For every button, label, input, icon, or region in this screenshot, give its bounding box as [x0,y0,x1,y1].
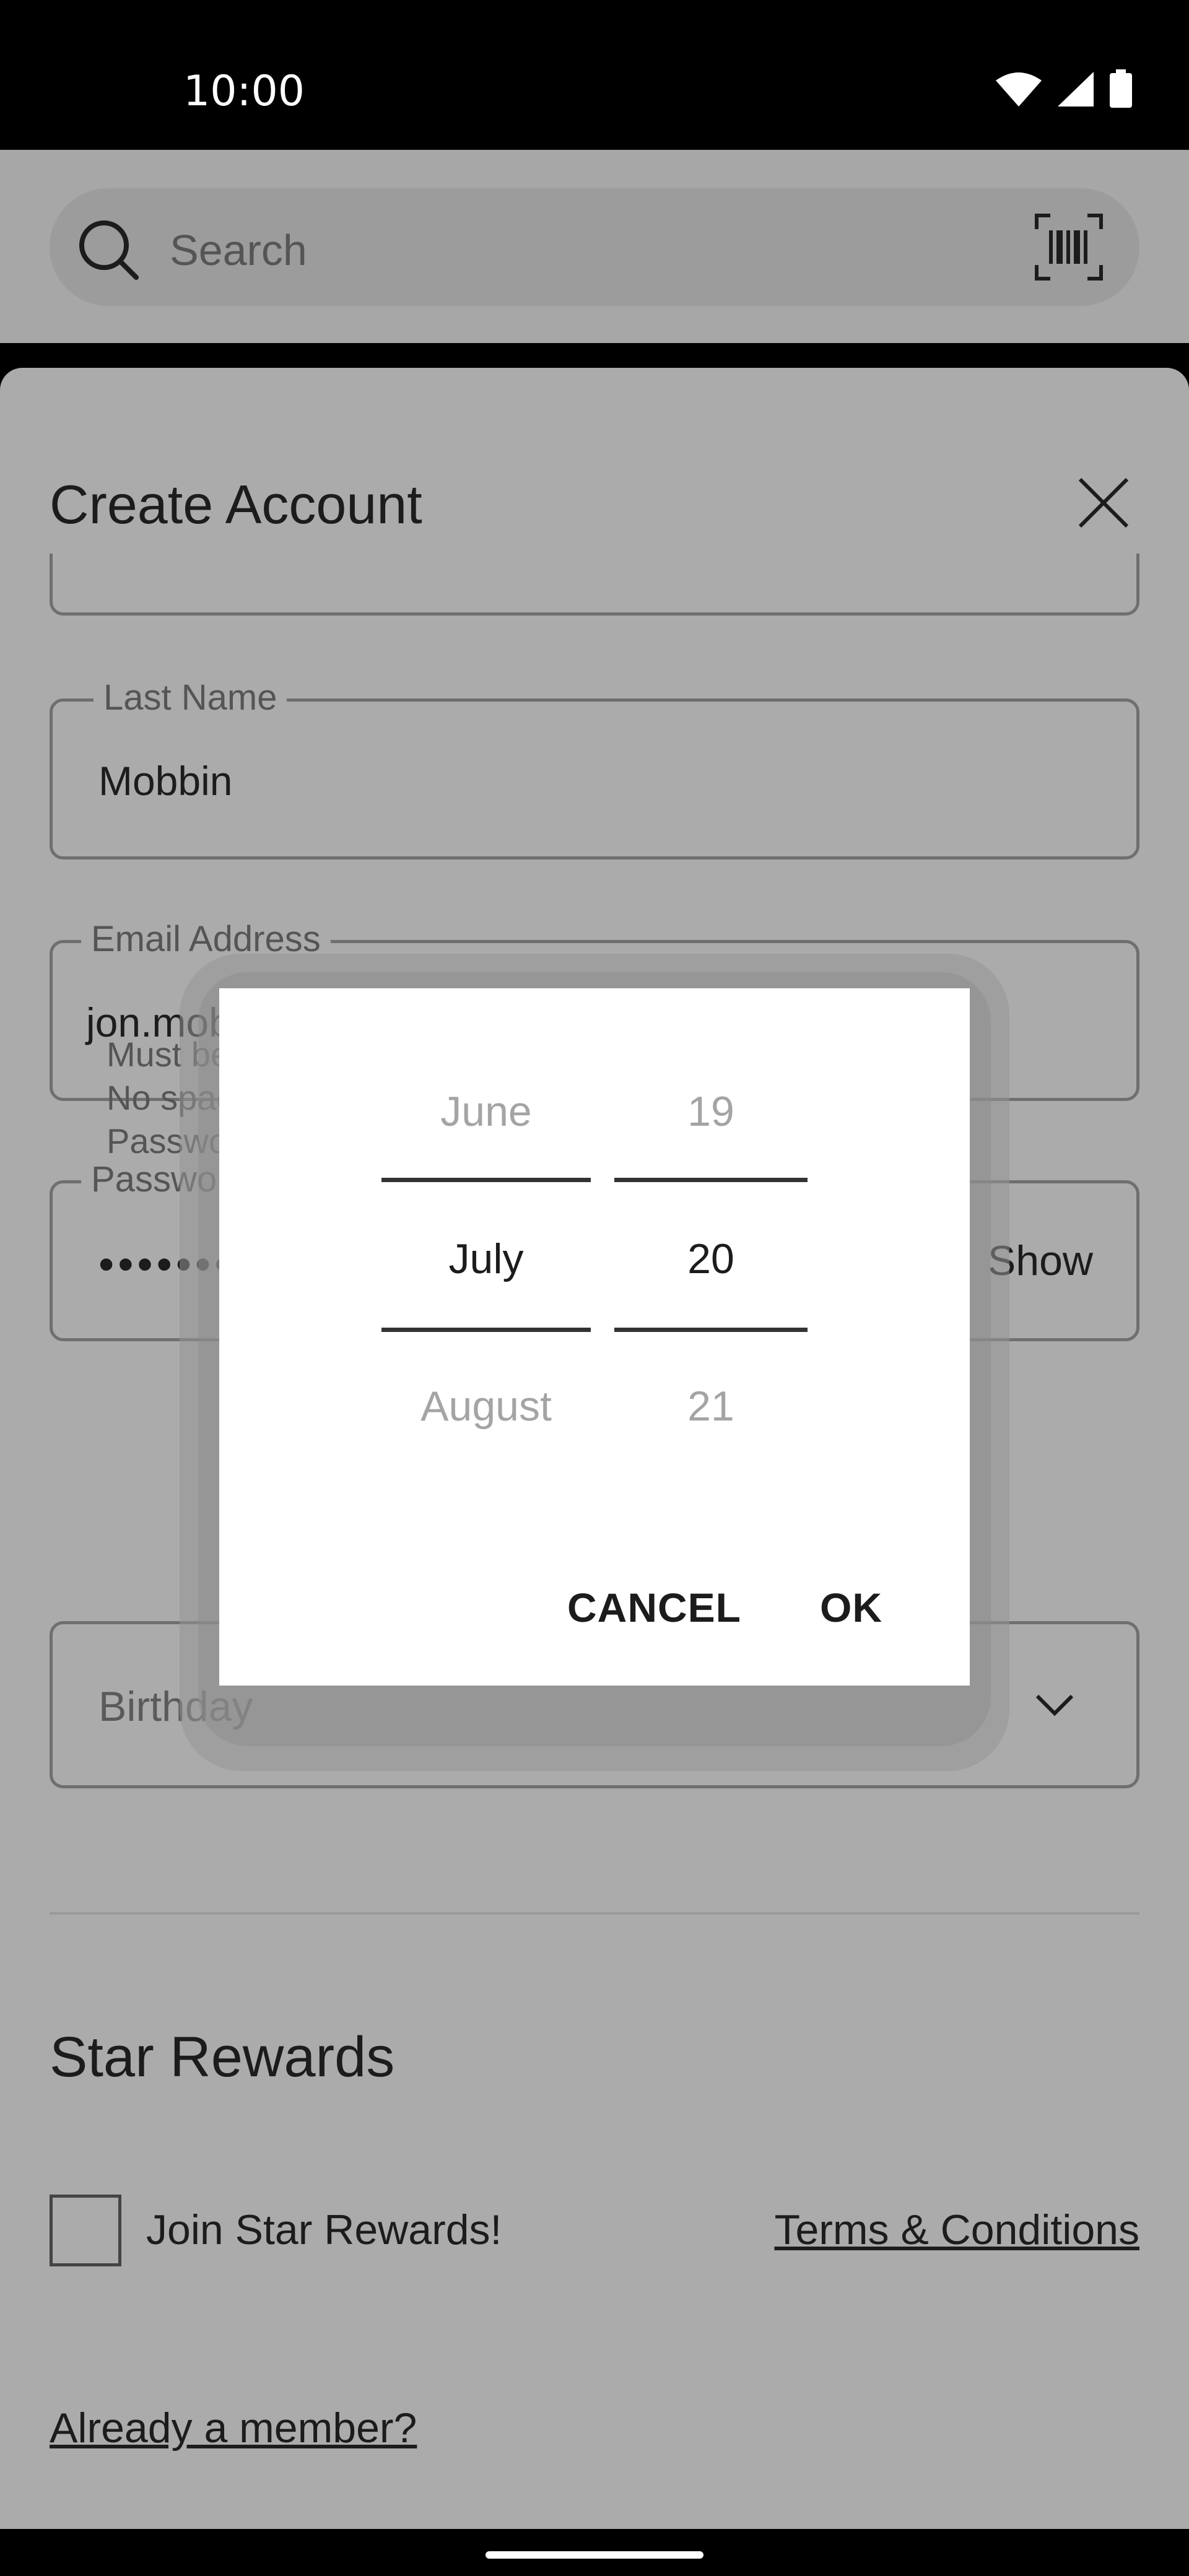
search-bar[interactable]: Search [50,188,1139,306]
search-icon [79,220,139,280]
last-name-value: Mobbin [98,758,233,804]
ok-button[interactable]: OK [820,1584,882,1631]
date-picker-dialog: June July August 19 20 21 CANCEL OK [219,988,970,1686]
last-name-label: Last Name [94,677,287,718]
day-divider-bottom [614,1328,808,1332]
join-rewards-label: Join Star Rewards! [146,2206,502,2253]
navigation-bar [0,2529,1189,2576]
month-next[interactable]: August [381,1382,591,1430]
last-name-field[interactable]: Last Name Mobbin [50,677,1139,859]
wifi-icon [996,72,1042,107]
day-selected[interactable]: 20 [614,1235,808,1283]
status-time: 10:00 [183,67,305,116]
month-divider-top [381,1178,591,1182]
day-divider-top [614,1178,808,1182]
already-member-link[interactable]: Already a member? [50,2404,417,2452]
home-handle[interactable] [486,2551,703,2559]
battery-icon [1110,69,1132,108]
star-rewards-title: Star Rewards [50,2026,395,2089]
month-prev[interactable]: June [381,1087,591,1136]
first-name-field[interactable] [50,554,1139,616]
status-bar: 10:00 [0,0,1189,150]
barcode-scan-icon[interactable] [1034,213,1104,281]
search-area: Search [0,150,1189,343]
section-divider [50,1912,1139,1915]
month-selected[interactable]: July [381,1235,591,1283]
search-placeholder: Search [170,226,307,274]
cellular-signal-icon [1058,72,1094,107]
cancel-button[interactable]: CANCEL [567,1584,741,1631]
chevron-down-icon [1035,1694,1074,1717]
day-next[interactable]: 21 [614,1382,808,1430]
join-rewards-checkbox[interactable] [50,2195,121,2266]
sheet-title: Create Account [50,474,422,535]
terms-conditions-link[interactable]: Terms & Conditions [774,2206,1139,2254]
day-prev[interactable]: 19 [614,1087,808,1136]
close-icon[interactable] [1078,477,1130,529]
status-icons [995,69,1133,109]
month-divider-bottom [381,1328,591,1332]
